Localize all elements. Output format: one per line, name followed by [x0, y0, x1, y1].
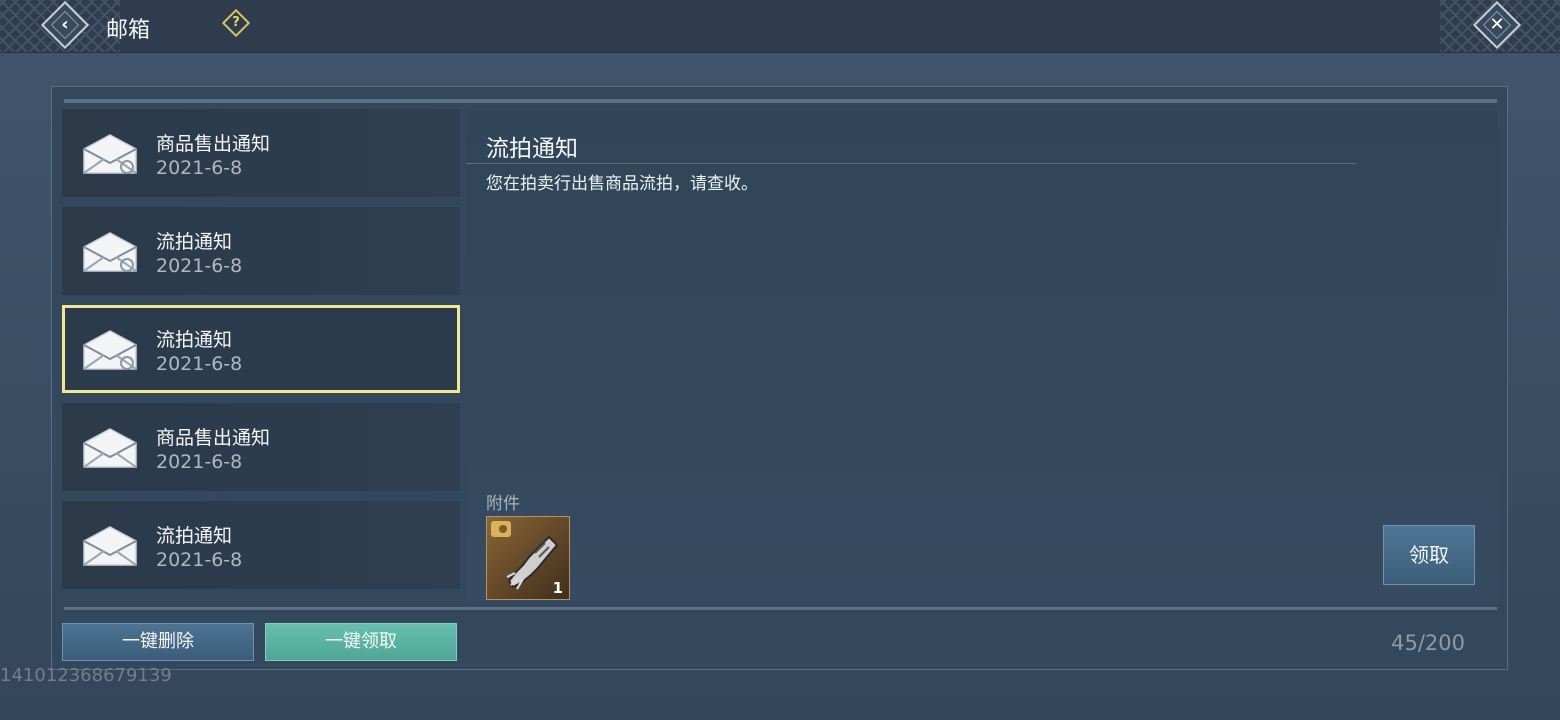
close-icon: ✕ — [1489, 14, 1505, 35]
envelope-icon — [83, 428, 137, 468]
help-icon[interactable]: ? — [221, 8, 251, 38]
mail-title: 商品售出通知 — [156, 427, 271, 449]
envelope-icon — [83, 232, 137, 272]
mail-item[interactable]: 商品售出通知 2021-6-8 — [62, 403, 460, 491]
panel-divider-top — [64, 99, 1497, 103]
mail-item[interactable]: 流拍通知 2021-6-8 — [62, 501, 460, 589]
mail-date: 2021-6-8 — [156, 549, 243, 571]
mail-item[interactable]: 流拍通知 2021-6-8 — [62, 207, 460, 295]
detail-title: 流拍通知 — [486, 136, 578, 162]
mail-date: 2021-6-8 — [156, 353, 243, 375]
question-mark-icon: ? — [232, 15, 240, 30]
mail-date: 2021-6-8 — [156, 451, 243, 473]
detail-body: 您在拍卖行出售商品流拍，请查收。 — [486, 174, 758, 194]
mail-detail: 流拍通知 您在拍卖行出售商品流拍，请查收。 附件 1 领取 — [466, 111, 1497, 601]
mail-title: 流拍通知 — [156, 231, 233, 253]
page-title: 邮箱 — [106, 18, 151, 43]
claim-button[interactable]: 领取 — [1383, 525, 1475, 585]
envelope-icon — [83, 330, 137, 370]
mail-title: 流拍通知 — [156, 525, 233, 547]
mail-title: 流拍通知 — [156, 329, 233, 351]
mail-date: 2021-6-8 — [156, 157, 243, 179]
claim-all-button[interactable]: 一键领取 — [265, 623, 457, 661]
envelope-icon — [83, 526, 137, 566]
detail-divider — [466, 163, 1356, 164]
player-uid: 141012368679139 — [0, 665, 172, 686]
attachment-label: 附件 — [486, 494, 520, 514]
mail-list: 商品售出通知 2021-6-8 流拍通知 2021-6-8 流拍通知 2021-… — [62, 109, 460, 599]
envelope-icon — [83, 134, 137, 174]
mail-capacity: 45/200 — [1391, 631, 1465, 655]
mail-item[interactable]: 商品售出通知 2021-6-8 — [62, 109, 460, 197]
mailbox-panel: 商品售出通知 2021-6-8 流拍通知 2021-6-8 流拍通知 2021-… — [51, 86, 1508, 670]
back-icon: ‹ — [61, 14, 69, 35]
mail-item-selected[interactable]: 流拍通知 2021-6-8 — [62, 305, 460, 393]
mail-date: 2021-6-8 — [156, 255, 243, 277]
attachment-count: 1 — [552, 579, 563, 597]
top-bar: ‹ 邮箱 ? ✕ — [0, 0, 1560, 53]
mail-title: 商品售出通知 — [156, 133, 271, 155]
delete-all-button[interactable]: 一键删除 — [62, 623, 254, 661]
attachment-slot[interactable]: 1 — [486, 516, 570, 600]
panel-divider-bottom — [64, 607, 1497, 610]
